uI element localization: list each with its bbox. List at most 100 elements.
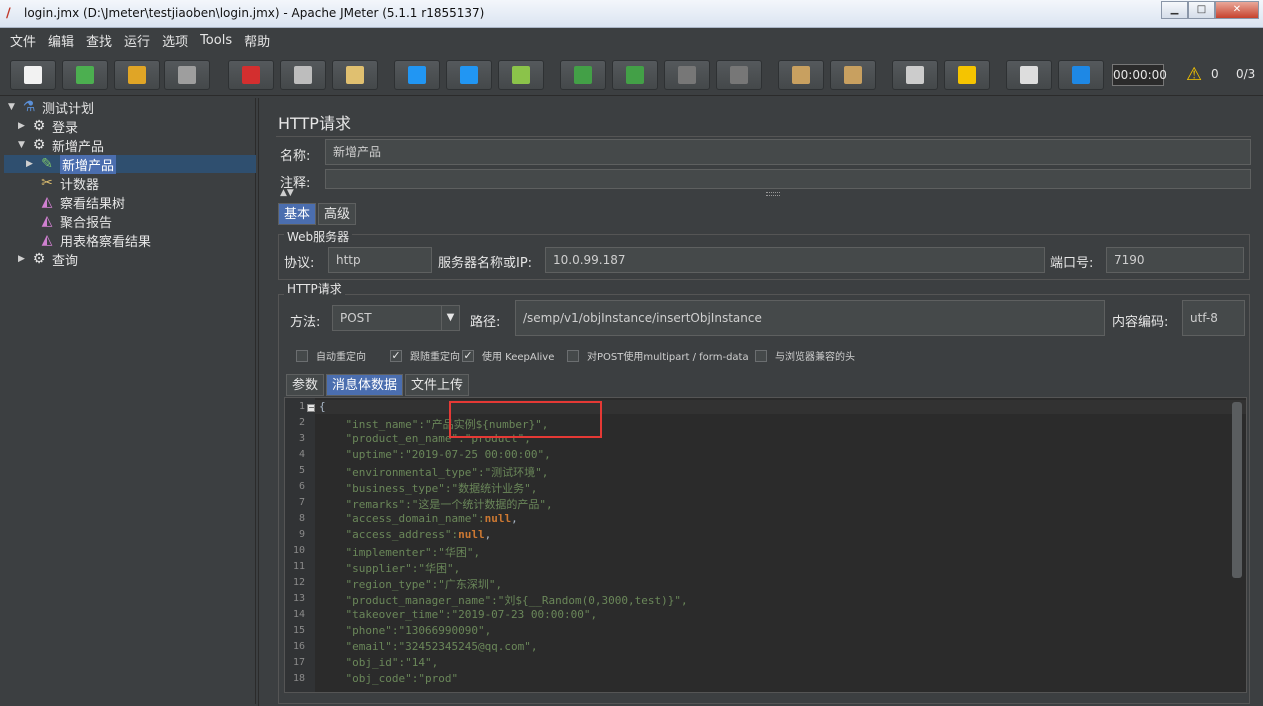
editor-scrollbar[interactable] — [1232, 402, 1242, 578]
checkbox-box[interactable] — [755, 349, 767, 362]
checkbox-multipart[interactable]: 对POST使用multipart / form-data — [567, 348, 749, 363]
comma: , — [511, 512, 518, 525]
checkbox-box[interactable] — [296, 349, 308, 362]
toggle-icon — [512, 66, 530, 84]
tree-item-label: 聚合报告 — [60, 215, 113, 231]
menubar: 文件 编辑 查找 运行 选项 Tools 帮助 — [0, 28, 1263, 52]
open-button[interactable] — [114, 60, 160, 90]
code-text: "implementer":"华困", — [319, 546, 481, 559]
checkbox-browser-headers[interactable]: 与浏览器兼容的头 — [755, 348, 855, 363]
menu-options[interactable]: 选项 — [162, 31, 188, 50]
body-data-editor[interactable]: 1 2 3 4 5 6 7 8 9 10 11 12 13 14 15 16 17 18 − { "inst_na… — [284, 397, 1247, 693]
expand-icon[interactable]: ▶ — [26, 159, 38, 169]
jmeter-feather-icon: ∕ — [6, 6, 11, 21]
tree-item-view-results-tree[interactable]: ◭ 察看结果树 — [38, 193, 126, 212]
help-icon — [1072, 66, 1090, 84]
method-select[interactable]: POST ▼ — [332, 305, 460, 331]
tree-item-view-results-table[interactable]: ◭ 用表格察看结果 — [38, 231, 151, 250]
checkbox-box[interactable]: ✓ — [462, 349, 474, 362]
tab-basic[interactable]: 基本 — [278, 203, 317, 225]
line-number: 17 — [292, 657, 305, 668]
window-titlebar: ∕ login.jmx (D:\Jmeter\testjiaoben\login… — [0, 0, 1263, 28]
toggle-button[interactable] — [498, 60, 544, 90]
open-icon — [128, 66, 146, 84]
encoding-label: 内容编码: — [1112, 315, 1169, 330]
stop-button[interactable] — [664, 60, 710, 90]
minimize-button[interactable]: ▁ — [1161, 1, 1188, 19]
clear-all-icon — [844, 66, 862, 84]
menu-help[interactable]: 帮助 — [244, 31, 270, 50]
templates-button[interactable] — [62, 60, 108, 90]
paste-button[interactable] — [332, 60, 378, 90]
checkbox-keepalive[interactable]: ✓ 使用 KeepAlive — [462, 348, 554, 363]
tab-body-data[interactable]: 消息体数据 — [326, 374, 404, 396]
tree-item-aggregate-report[interactable]: ◭ 聚合报告 — [38, 212, 113, 231]
clear-all-button[interactable] — [830, 60, 876, 90]
maximize-button[interactable]: □ — [1188, 1, 1215, 19]
tree-item-label: 察看结果树 — [60, 196, 126, 212]
search-icon — [906, 66, 924, 84]
split-arrows-icon[interactable]: ▲▼ — [280, 188, 294, 198]
tab-file-upload[interactable]: 文件上传 — [405, 374, 470, 396]
chevron-down-icon[interactable]: ▼ — [441, 306, 459, 330]
menu-tools[interactable]: Tools — [200, 33, 232, 48]
checkbox-auto-redirect[interactable]: 自动重定向 — [296, 348, 366, 363]
path-field[interactable]: /semp/v1/objInstance/insertObjInstance — [515, 300, 1105, 336]
tree-item-test-plan[interactable]: ▼ ⚗ 测试计划 — [8, 98, 94, 117]
split-pane-divider[interactable] — [258, 98, 266, 706]
drag-handle[interactable] — [766, 192, 780, 196]
tree-item-counter[interactable]: ✂ 计数器 — [38, 174, 99, 193]
comma: , — [484, 528, 492, 541]
code-text: "environmental_type":"测试环境", — [319, 466, 549, 479]
search-button[interactable] — [892, 60, 938, 90]
reset-search-button[interactable] — [944, 60, 990, 90]
line-number: 3 — [298, 433, 305, 444]
checkbox-box[interactable]: ✓ — [390, 349, 402, 362]
collapse-icon[interactable]: ▼ — [8, 102, 20, 112]
start-no-pause-button[interactable] — [612, 60, 658, 90]
collapse-button[interactable] — [446, 60, 492, 90]
line-number: 13 — [292, 593, 305, 604]
help-button[interactable] — [1058, 60, 1104, 90]
protocol-field[interactable]: http — [328, 247, 432, 273]
menu-run[interactable]: 运行 — [124, 31, 150, 50]
copy-button[interactable] — [280, 60, 326, 90]
fold-icon[interactable]: − — [307, 404, 315, 412]
start-button[interactable] — [560, 60, 606, 90]
code-line: "region_type":"广东深圳", — [319, 576, 502, 592]
new-button[interactable] — [10, 60, 56, 90]
code-line: "uptime":"2019-07-25 00:00:00", — [319, 448, 551, 461]
tab-parameters[interactable]: 参数 — [286, 374, 325, 396]
line-number: 11 — [292, 561, 305, 572]
expand-icon[interactable]: ▶ — [18, 121, 30, 131]
tree-item-query[interactable]: ▶ ⚙ 查询 — [18, 250, 78, 269]
shutdown-button[interactable] — [716, 60, 762, 90]
cut-button[interactable] — [228, 60, 274, 90]
function-helper-button[interactable] — [1006, 60, 1052, 90]
expand-button[interactable] — [394, 60, 440, 90]
tree-item-login[interactable]: ▶ ⚙ 登录 — [18, 117, 78, 136]
encoding-field[interactable]: utf-8 — [1182, 300, 1245, 336]
comment-field[interactable] — [325, 169, 1251, 189]
tree-item-add-product-group[interactable]: ▼ ⚙ 新增产品 — [18, 136, 104, 155]
server-field[interactable]: 10.0.99.187 — [545, 247, 1045, 273]
menu-file[interactable]: 文件 — [10, 31, 36, 50]
line-number: 2 — [298, 417, 305, 428]
code-text: "region_type":"广东深圳", — [319, 578, 503, 591]
save-button[interactable] — [164, 60, 210, 90]
code-line: "business_type":"数据统计业务", — [319, 480, 537, 496]
port-field[interactable]: 7190 — [1106, 247, 1244, 273]
menu-search[interactable]: 查找 — [86, 31, 112, 50]
tab-advanced[interactable]: 高级 — [318, 203, 357, 225]
checkbox-box[interactable] — [567, 349, 579, 362]
clear-button[interactable] — [778, 60, 824, 90]
checkbox-follow-redirect[interactable]: ✓ 跟随重定向 — [390, 348, 460, 363]
menu-edit[interactable]: 编辑 — [48, 31, 74, 50]
close-button[interactable]: ✕ — [1215, 1, 1259, 19]
tree-item-add-product-sampler[interactable]: ▶ ✎ 新增产品 — [26, 154, 117, 174]
expand-icon[interactable]: ▶ — [18, 254, 30, 264]
code-text: "uptime":"2019-07-25 00:00:00", — [319, 448, 551, 461]
name-field[interactable]: 新增产品 — [325, 139, 1251, 165]
collapse-icon[interactable]: ▼ — [18, 140, 30, 150]
warning-icon[interactable]: ⚠ — [1186, 64, 1202, 85]
